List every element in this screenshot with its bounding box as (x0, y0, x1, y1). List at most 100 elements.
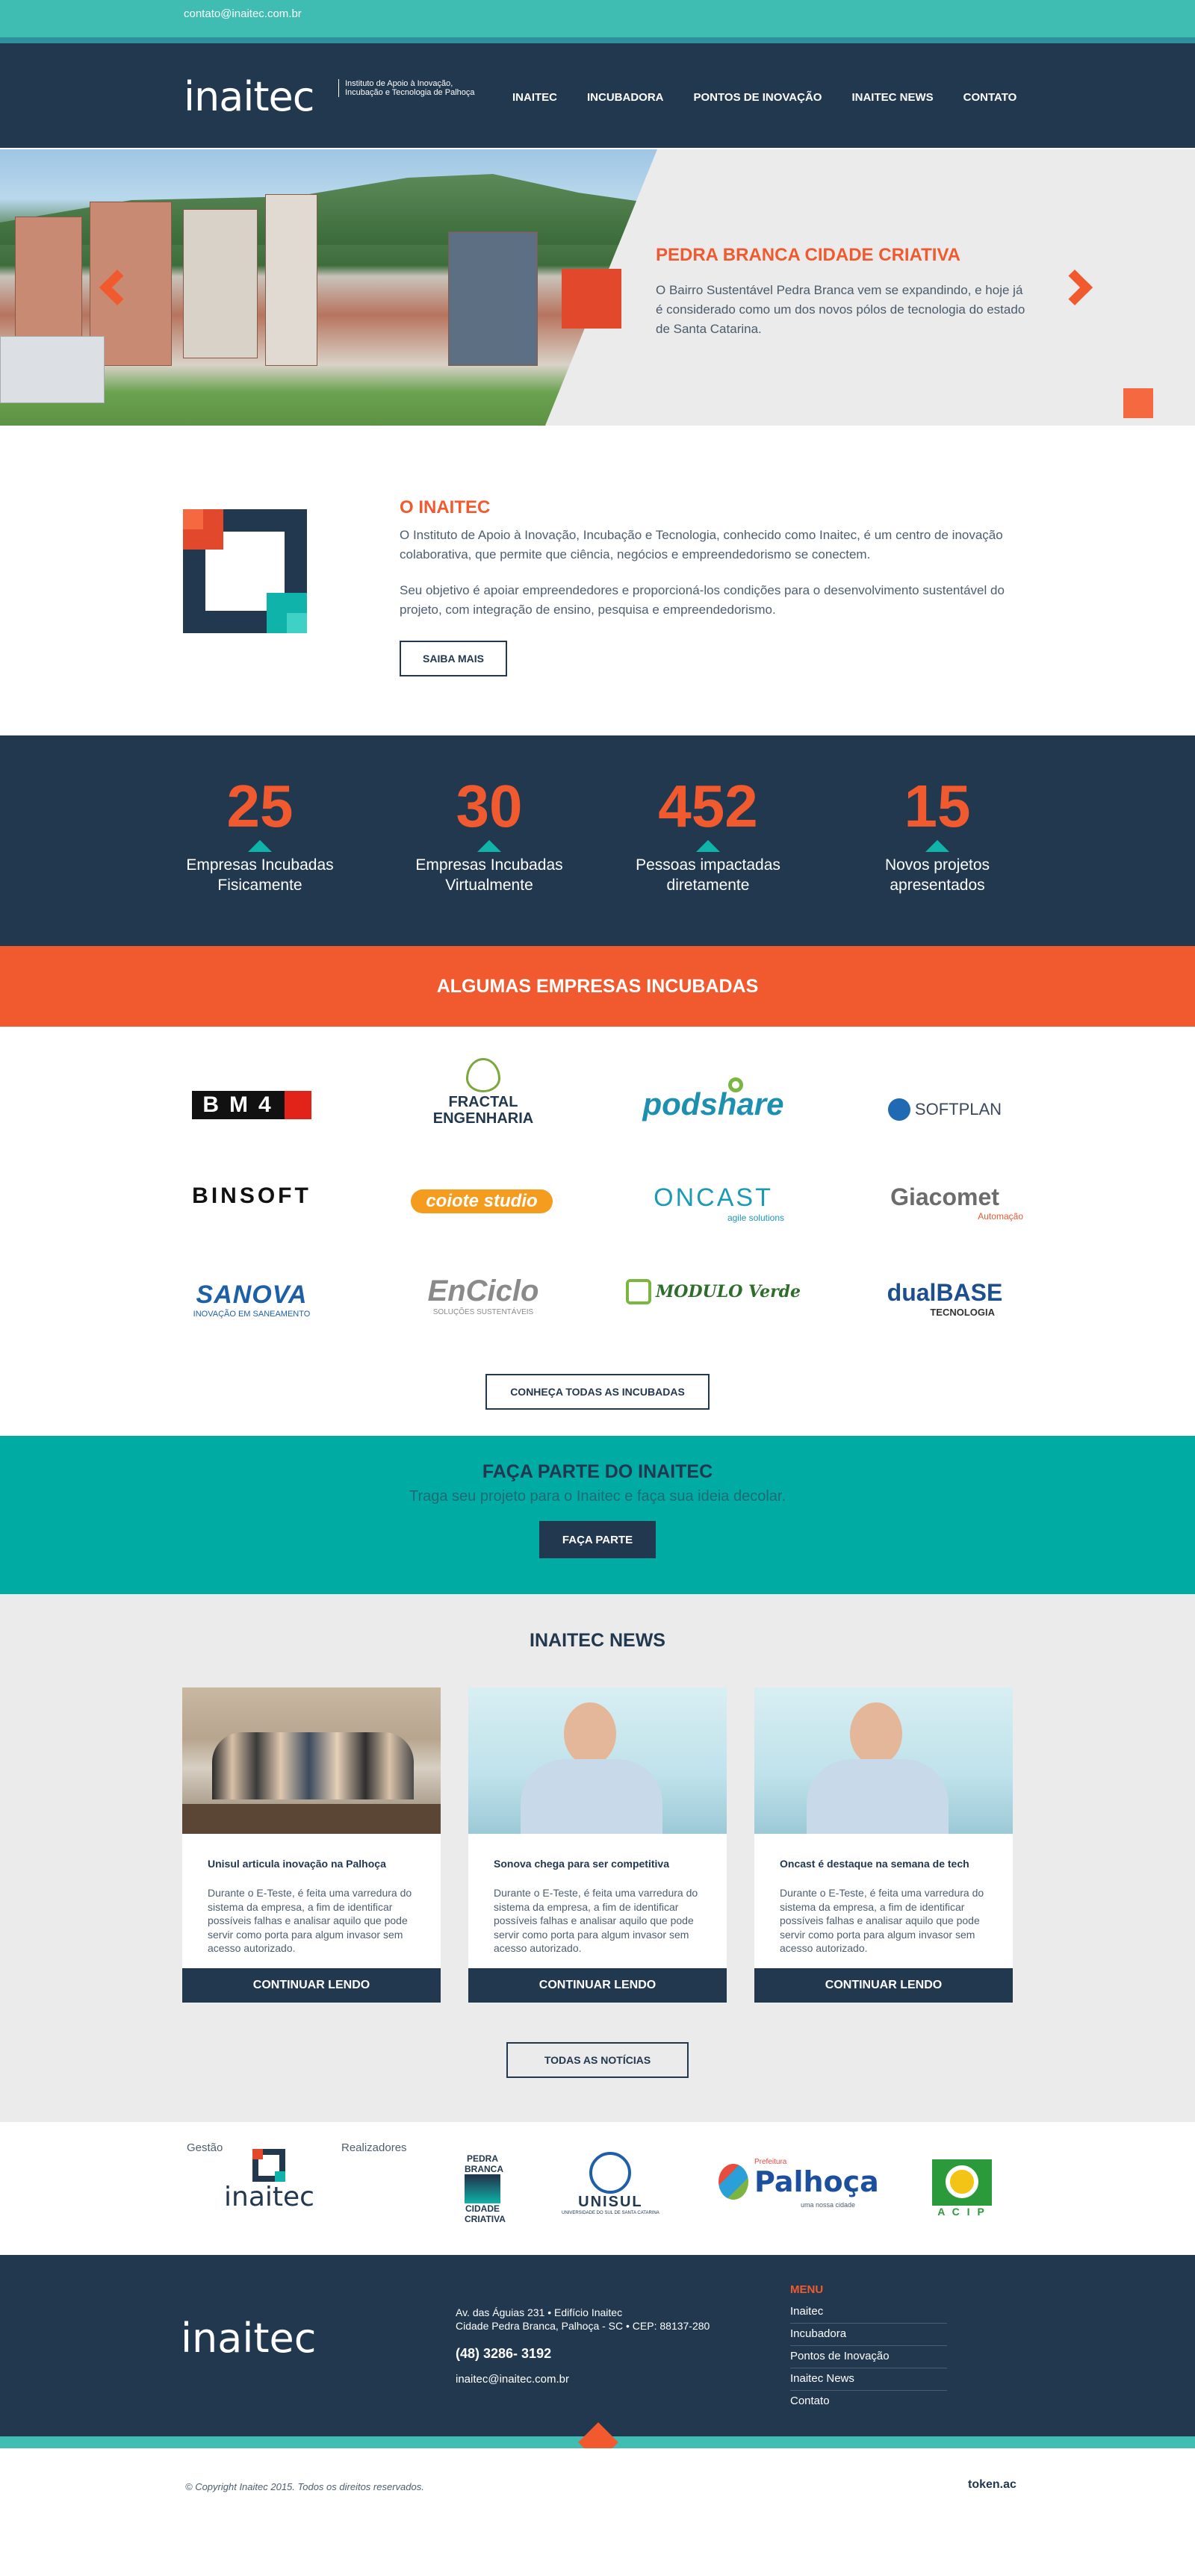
stat-number: 30 (456, 773, 523, 839)
cta-title: FAÇA PARTE DO INAITEC (482, 1461, 713, 1482)
news-card[interactable]: Sonova chega para ser competitiva Durant… (468, 1687, 727, 2003)
news-card-text: Durante o E-Teste, é feita uma varredura… (780, 1887, 984, 1954)
footer: inaitec Av. das Águias 231 • Edifício In… (0, 2255, 1195, 2436)
footer-menu: Inaitec Incubadora Pontos de Inovação In… (790, 2301, 947, 2413)
stat-label: Pessoas impactadas (636, 856, 780, 874)
stat-item: 25 Empresas Incubadas Fisicamente (163, 773, 357, 895)
about-paragraph-2: Seu objetivo é apoiar empreendedores e p… (400, 583, 1005, 617)
footer-menu-item-contato[interactable]: Contato (790, 2391, 947, 2413)
logo-enciclo[interactable]: EnCiclo SOLUÇÕES SUSTENTÁVEIS (390, 1275, 577, 1316)
footer-address-line-1: Av. das Águias 231 • Edifício Inaitec (456, 2306, 623, 2318)
caret-up-icon (248, 840, 272, 852)
gestao-label: Gestão (187, 2141, 223, 2154)
footer-menu-title: MENU (790, 2283, 824, 2296)
hero-text: O Bairro Sustentável Pedra Branca vem se… (656, 283, 1025, 336)
realizadores-label: Realizadores (341, 2141, 407, 2154)
top-bar: contato@inaitec.com.br (0, 0, 1195, 37)
news-card[interactable]: Unisul articula inovação na Palhoça Dura… (182, 1687, 441, 2003)
stat-number: 25 (226, 773, 294, 839)
inaitec-symbol-icon (183, 509, 307, 633)
logo-bm4[interactable]: BM4 (158, 1091, 345, 1119)
footer-menu-item-incubadora[interactable]: Incubadora (790, 2324, 947, 2346)
stat-label: Empresas Incubadas (186, 856, 334, 874)
bottom-bar: © Copyright Inaitec 2015. Todos os direi… (0, 2448, 1195, 2576)
news-card-image (468, 1687, 727, 1834)
incubadas-title: ALGUMAS EMPRESAS INCUBADAS (0, 946, 1195, 1027)
conheca-incubadas-button[interactable]: CONHEÇA TODAS AS INCUBADAS (485, 1374, 710, 1410)
logo-tagline: Instituto de Apoio à Inovação, Incubação… (338, 79, 480, 97)
news-card-title[interactable]: Oncast é destaque na semana de tech (780, 1858, 969, 1870)
cta-section: FAÇA PARTE DO INAITEC Traga seu projeto … (0, 1436, 1195, 1594)
partner-logo-unisul[interactable]: UNISUL UNIVERSIDADE DO SUL DE SANTA CATA… (562, 2152, 659, 2215)
partner-logo-inaitec[interactable]: inaitec (224, 2149, 314, 2212)
continuar-lendo-button[interactable]: CONTINUAR LENDO (754, 1968, 1013, 2003)
menu-item-pontos-de-inovacao[interactable]: PONTOS DE INOVAÇÃO (694, 91, 822, 104)
stat-label: diretamente (666, 877, 750, 894)
saiba-mais-button[interactable]: SAIBA MAIS (400, 641, 507, 676)
footer-phone[interactable]: (48) 3286- 3192 (456, 2346, 551, 2362)
partner-logo-pedra-branca[interactable]: PEDRA BRANCA CIDADE CRIATIVA (465, 2153, 506, 2224)
news-card[interactable]: Oncast é destaque na semana de tech Dura… (754, 1687, 1013, 2003)
contact-email-link[interactable]: contato@inaitec.com.br (184, 7, 302, 20)
menu-item-inaitec[interactable]: INAITEC (512, 91, 557, 104)
news-card-text: Durante o E-Teste, é feita uma varredura… (494, 1887, 698, 1954)
hero-deco-square (562, 269, 1153, 418)
caret-up-icon (925, 840, 949, 852)
caret-up-icon (696, 840, 720, 852)
footer-menu-item-pontos[interactable]: Pontos de Inovação (790, 2346, 947, 2368)
site-logo[interactable]: inaitec (184, 73, 314, 120)
stat-label: Virtualmente (445, 877, 533, 894)
faca-parte-button[interactable]: FAÇA PARTE (539, 1521, 656, 1558)
footer-email-link[interactable]: inaitec@inaitec.com.br (456, 2373, 569, 2386)
news-card-text: Durante o E-Teste, é feita uma varredura… (208, 1887, 412, 1954)
stat-label: Novos projetos (884, 856, 990, 874)
about-paragraph-1: O Instituto de Apoio à Inovação, Incubaç… (400, 528, 1003, 561)
menu-item-incubadora[interactable]: INCUBADORA (587, 91, 664, 104)
logo-softplan[interactable]: SOFTPLAN (851, 1098, 1038, 1121)
hero-slider: PEDRA BRANCA CIDADE CRIATIVA O Bairro Su… (0, 149, 1195, 426)
logo-sanova[interactable]: SANOVA INOVAÇÃO EM SANEAMENTO (158, 1281, 345, 1319)
footer-menu-item-news[interactable]: Inaitec News (790, 2368, 947, 2391)
agency-credit-link[interactable]: token.ac (968, 2478, 1016, 2492)
stat-number: 15 (904, 773, 971, 839)
caret-up-icon (477, 840, 501, 852)
news-card-title[interactable]: Unisul articula inovação na Palhoça (208, 1858, 386, 1870)
hero-title: PEDRA BRANCA CIDADE CRIATIVA (656, 245, 960, 265)
news-title: INAITEC NEWS (530, 1630, 665, 1651)
footer-address: Av. das Águias 231 • Edifício Inaitec Ci… (456, 2306, 710, 2333)
menu-item-contato[interactable]: CONTATO (963, 91, 1017, 104)
logo-modulo-verde[interactable]: MODULO Verde (620, 1279, 807, 1304)
hero-next-arrow-icon[interactable] (1056, 269, 1093, 306)
stat-item: 452 Pessoas impactadas diretamente (611, 773, 805, 895)
logo-podshare[interactable]: podshare (620, 1064, 807, 1122)
todas-noticias-button[interactable]: TODAS AS NOTÍCIAS (506, 2042, 689, 2078)
logo-dualbase[interactable]: dualBASE TECNOLOGIA (851, 1279, 1038, 1318)
cta-text: Traga seu projeto para o Inaitec e faça … (409, 1488, 786, 1505)
partners-section: Gestão Realizadores inaitec PEDRA BRANCA… (0, 2122, 1195, 2255)
stat-label: Empresas Incubadas (415, 856, 563, 874)
stat-label: Fisicamente (217, 877, 302, 894)
main-menu: INAITEC INCUBADORA PONTOS DE INOVAÇÃO IN… (512, 91, 1046, 104)
logo-coiote-studio[interactable]: coiote studio (388, 1189, 575, 1213)
menu-item-inaitec-news[interactable]: INAITEC NEWS (851, 91, 933, 104)
logo-giacomet[interactable]: Giacomet Automação (851, 1183, 1038, 1222)
partner-logo-acip[interactable]: A C I P (932, 2159, 992, 2218)
news-card-title[interactable]: Sonova chega para ser competitiva (494, 1858, 669, 1870)
about-section: O INAITEC O Instituto de Apoio à Inovaçã… (0, 426, 1195, 735)
incubadas-logos: BM4 FRACTAL ENGENHARIA podshare SOFTPLAN … (0, 1027, 1195, 1436)
copyright-text: © Copyright Inaitec 2015. Todos os direi… (185, 2481, 424, 2492)
stat-label: apresentados (890, 877, 985, 894)
stat-item: 15 Novos projetos apresentados (840, 773, 1034, 895)
continuar-lendo-button[interactable]: CONTINUAR LENDO (182, 1968, 441, 2003)
news-section: INAITEC NEWS Unisul articula inovação na… (0, 1594, 1195, 2122)
stat-item: 30 Empresas Incubadas Virtualmente (392, 773, 586, 895)
footer-menu-item-inaitec[interactable]: Inaitec (790, 2301, 947, 2324)
news-card-image (182, 1687, 441, 1834)
main-header: inaitec Instituto de Apoio à Inovação, I… (0, 43, 1195, 148)
logo-oncast[interactable]: ONCAST agile solutions (620, 1183, 807, 1223)
logo-fractal-engenharia[interactable]: FRACTAL ENGENHARIA (390, 1058, 577, 1127)
stats-section: 25 Empresas Incubadas Fisicamente 30 Emp… (0, 735, 1195, 946)
logo-binsoft[interactable]: BINSOFT (158, 1183, 345, 1209)
footer-logo[interactable]: inaitec (181, 2315, 316, 2362)
continuar-lendo-button[interactable]: CONTINUAR LENDO (468, 1968, 727, 2003)
